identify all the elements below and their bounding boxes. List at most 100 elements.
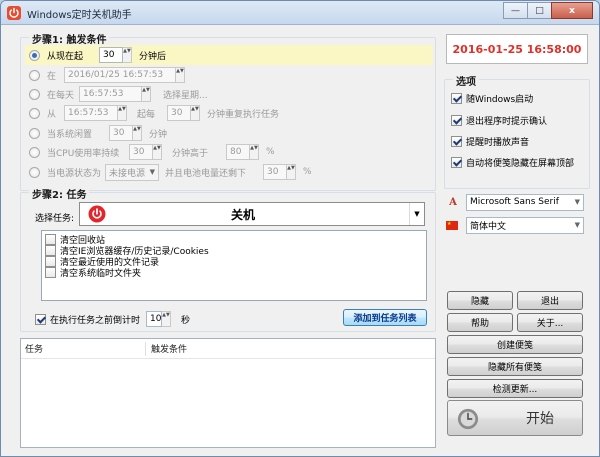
maximize-button[interactable]: □ <box>527 2 552 19</box>
close-button[interactable]: x <box>551 2 593 19</box>
countdown-spin[interactable]: ▲▼ <box>162 311 172 327</box>
radio-idle[interactable] <box>29 127 40 139</box>
option-suffix: 分钟 <box>149 129 168 140</box>
help-button[interactable]: 帮助 <box>447 313 513 332</box>
datetime-spin[interactable]: ▲▼ <box>176 67 185 83</box>
check-update-button[interactable]: 检测更新... <box>447 379 583 398</box>
hide-all-notes-button[interactable]: 隐藏所有便笺 <box>447 357 583 376</box>
select-weekday-link[interactable]: 选择星期... <box>163 88 208 101</box>
option-label: 随Windows启动 <box>466 94 534 105</box>
radio-power[interactable] <box>29 166 40 178</box>
option-idle[interactable]: 当系统闲置 30 ▲▼ 分钟 <box>29 124 167 142</box>
option-mid-label: 起每 <box>137 109 156 120</box>
task-select-value: 关机 <box>230 207 255 222</box>
create-note-button[interactable]: 创建便笺 <box>447 335 583 354</box>
power-state-select[interactable]: 未接电源 ▼ <box>105 163 159 181</box>
options-title: 选项 <box>453 73 479 88</box>
window-title: Windows定时关机助手 <box>27 10 132 21</box>
battery-percent-spin[interactable]: ▲▼ <box>287 164 296 180</box>
column-task[interactable]: 任务 <box>25 342 43 355</box>
option-repeat[interactable]: 从 16:57:53 ▲▼ 起每 30 ▲▼ 分钟重复执行任务 <box>29 104 279 122</box>
language-select-value: 简体中文 <box>470 221 507 232</box>
font-select[interactable]: Microsoft Sans Serif ▼ <box>466 193 584 211</box>
hide-button[interactable]: 隐藏 <box>447 291 513 310</box>
option-sound[interactable]: 提醒时播放声音 <box>451 132 529 150</box>
option-label: 当CPU使用率持续 <box>47 148 120 159</box>
language-select[interactable]: 简体中文 ▼ <box>466 216 584 234</box>
option-label: 从 <box>47 109 57 120</box>
cpu-percent-input[interactable]: 80 <box>226 144 250 160</box>
idle-minutes-input[interactable]: 30 <box>109 125 133 141</box>
repeat-start-input[interactable]: 16:57:53 <box>64 105 118 121</box>
about-button[interactable]: 关于... <box>517 313 583 332</box>
repeat-interval-input[interactable]: 30 <box>167 105 191 121</box>
repeat-start-spin[interactable]: ▲▼ <box>118 105 127 121</box>
idle-minutes-spin[interactable]: ▲▼ <box>133 125 142 141</box>
sound-checkbox[interactable] <box>451 135 462 147</box>
option-label: 当电源状态为 <box>47 168 102 179</box>
option-startup[interactable]: 随Windows启动 <box>451 89 533 107</box>
option-at-datetime[interactable]: 在 2016/01/25 16:57:53 ▲▼ <box>29 66 185 84</box>
main-window: Windows定时关机助手 — □ x 步骤1: 触发条件 从现在起 30 ▲▼ … <box>0 0 600 457</box>
exit-button[interactable]: 退出 <box>517 291 583 310</box>
option-label: 当系统闲置 <box>47 129 93 140</box>
start-button[interactable]: 开始 <box>447 400 583 436</box>
datetime-input[interactable]: 2016/01/25 16:57:53 <box>64 67 176 83</box>
daily-time-spin[interactable]: ▲▼ <box>142 86 151 102</box>
radio-daily[interactable] <box>29 88 40 100</box>
task-select[interactable]: 关机 ▼ <box>79 202 425 226</box>
radio-repeat[interactable] <box>29 107 40 119</box>
option-suffix: % <box>266 147 275 157</box>
countdown-input[interactable]: 10 <box>146 311 163 327</box>
column-divider <box>145 342 146 356</box>
option-daily[interactable]: 在每天 16:57:53 ▲▼ 选择星期... <box>29 85 208 103</box>
step2-title: 步骤2: 任务 <box>29 186 90 201</box>
radio-from-now[interactable] <box>29 49 40 61</box>
battery-percent-input[interactable]: 30 <box>263 164 287 180</box>
chevron-down-icon[interactable]: ▼ <box>409 203 424 225</box>
step2-group: 步骤2: 任务 选择任务: 关机 ▼ 清空回收站 清空IE浏览器缓存/历史记录/… <box>20 186 436 332</box>
daily-time-input[interactable]: 16:57:53 <box>79 86 142 102</box>
cpu-percent-spin[interactable]: ▲▼ <box>250 144 259 160</box>
list-item[interactable]: 清空系统临时文件夹 <box>45 266 141 279</box>
option-cpu[interactable]: 当CPU使用率持续 30 ▲▼ 分钟高于 80 ▲▼ % <box>29 143 275 161</box>
minutes-input[interactable]: 30 <box>99 47 123 63</box>
column-trigger[interactable]: 触发条件 <box>151 342 187 355</box>
power-state-value: 未接电源 <box>109 168 146 179</box>
clear-ie-checkbox[interactable] <box>45 244 56 256</box>
exit-confirm-checkbox[interactable] <box>451 114 462 126</box>
radio-cpu[interactable] <box>29 146 40 158</box>
font-icon: 𝐀 <box>449 196 457 208</box>
title-bar[interactable]: Windows定时关机助手 — □ x <box>1 1 599 25</box>
clear-temp-checkbox[interactable] <box>45 266 56 278</box>
chevron-down-icon: ▼ <box>149 168 155 176</box>
countdown-checkbox[interactable] <box>35 313 46 325</box>
option-from-now[interactable]: 从现在起 30 ▲▼ 分钟后 <box>29 46 166 64</box>
hide-notes-checkbox[interactable] <box>451 156 462 168</box>
option-exit-confirm[interactable]: 退出程序时提示确认 <box>451 111 547 129</box>
task-list[interactable]: 任务 触发条件 <box>20 338 436 448</box>
cpu-minutes-spin[interactable]: ▲▼ <box>153 144 162 160</box>
task-options-list: 清空回收站 清空IE浏览器缓存/历史记录/Cookies 清空最近使用的文件记录… <box>41 230 427 301</box>
language-row: ★ 简体中文 ▼ <box>446 215 586 235</box>
radio-at-datetime[interactable] <box>29 69 40 81</box>
cpu-minutes-input[interactable]: 30 <box>129 144 153 160</box>
empty-recycle-checkbox[interactable] <box>45 233 56 245</box>
option-suffix: 分钟重复执行任务 <box>207 109 280 120</box>
countdown-row[interactable]: 在执行任务之前倒计时 10 ▲▼ 秒 <box>35 310 190 328</box>
option-hide-notes[interactable]: 自动将便笺隐藏在屏幕顶部 <box>451 153 574 171</box>
clear-recent-checkbox[interactable] <box>45 255 56 267</box>
current-datetime: 2016-01-25 16:58:00 <box>446 34 588 64</box>
option-mid-label: 并且电池电量还剩下 <box>165 168 247 179</box>
option-label: 自动将便笺隐藏在屏幕顶部 <box>466 158 575 169</box>
minimize-button[interactable]: — <box>503 2 528 19</box>
add-to-task-list-button[interactable]: 添加到任务列表 <box>343 309 427 326</box>
task-select-label: 选择任务: <box>35 214 75 224</box>
repeat-interval-spin[interactable]: ▲▼ <box>191 105 200 121</box>
option-power[interactable]: 当电源状态为 未接电源 ▼ 并且电池电量还剩下 30 ▲▼ % <box>29 163 312 181</box>
startup-checkbox[interactable] <box>451 92 462 104</box>
app-power-icon <box>7 6 21 20</box>
font-select-value: Microsoft Sans Serif <box>470 197 559 207</box>
minutes-spin[interactable]: ▲▼ <box>123 47 132 63</box>
chevron-down-icon: ▼ <box>574 221 580 229</box>
